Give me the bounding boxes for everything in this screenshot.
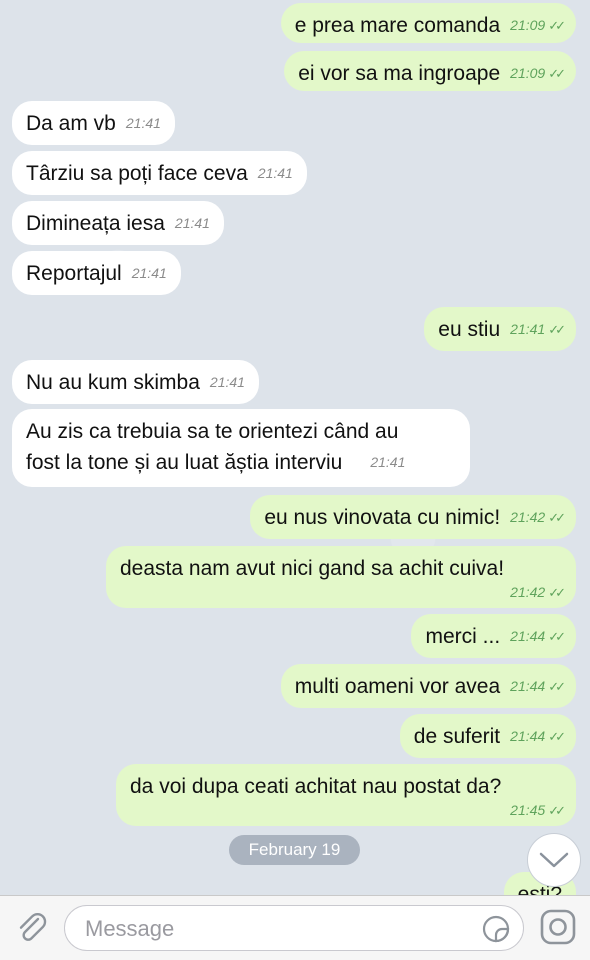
scroll-down-button[interactable] <box>527 833 581 887</box>
composer-bar <box>0 895 590 960</box>
message-text: ei vor sa ma ingroape <box>298 62 501 85</box>
read-checks-icon: ✓✓ <box>548 629 566 644</box>
read-checks-icon: ✓✓ <box>548 729 566 744</box>
date-separator: February 19 <box>229 835 360 865</box>
message-outgoing[interactable]: ei vor sa ma ingroape 21:09 ✓✓ <box>284 51 576 91</box>
message-text: da voi dupa ceati achitat nau postat da? <box>130 775 502 798</box>
message-text: eu nus vinovata cu nimic! <box>264 506 501 529</box>
message-incoming[interactable]: Au zis ca trebuia sa te orientezi când a… <box>12 409 470 487</box>
message-time: 21:41 <box>174 215 210 231</box>
message-outgoing[interactable]: eu stiu 21:41 ✓✓ <box>424 307 576 351</box>
message-time: 21:42 <box>510 584 546 600</box>
message-input-container[interactable] <box>64 905 524 951</box>
message-text: multi oameni vor avea <box>294 675 501 698</box>
message-text: Târziu sa poți face ceva <box>26 162 248 185</box>
chat-area[interactable]: e prea mare comanda 21:09 ✓✓ ei vor sa ma … <box>0 0 590 895</box>
message-outgoing[interactable]: multi oameni vor avea 21:44 ✓✓ <box>280 664 576 708</box>
message-outgoing[interactable]: e prea mare comanda 21:09 ✓✓ <box>280 3 576 43</box>
message-time: 21:09 <box>510 17 546 33</box>
message-incoming[interactable]: Dimineața iesa 21:41 <box>12 201 224 245</box>
message-text: Reportajul <box>26 262 122 285</box>
message-time: 21:45 <box>510 802 546 818</box>
message-text: Au zis ca trebuia sa te orientezi când a… <box>26 420 399 443</box>
read-checks-icon: ✓✓ <box>548 18 566 33</box>
message-time: 21:44 <box>510 628 546 644</box>
message-incoming[interactable]: Da am vb 21:41 <box>12 101 175 145</box>
message-text: merci ... <box>425 625 501 648</box>
message-time: 21:41 <box>510 321 546 337</box>
read-checks-icon: ✓✓ <box>548 66 566 81</box>
message-input[interactable] <box>83 914 467 944</box>
message-time: 21:41 <box>209 374 245 390</box>
message-text-line2: fost la tone și au luat ăștia interviu <box>26 451 343 474</box>
camera-icon[interactable] <box>539 908 577 946</box>
message-text: de suferit <box>413 725 501 748</box>
message-time: 21:41 <box>370 454 406 470</box>
message-text: Da am vb <box>26 112 116 135</box>
message-text: eu stiu <box>438 318 501 341</box>
message-incoming[interactable]: Târziu sa poți face ceva 21:41 <box>12 151 307 195</box>
message-text: e prea mare comanda <box>294 14 501 37</box>
message-incoming[interactable]: Reportajul 21:41 <box>12 251 181 295</box>
message-time: 21:41 <box>125 115 161 131</box>
chevron-down-icon <box>539 852 569 868</box>
message-time: 21:41 <box>257 165 293 181</box>
paperclip-icon[interactable] <box>14 910 50 946</box>
read-checks-icon: ✓✓ <box>548 510 566 525</box>
message-time: 21:42 <box>510 509 546 525</box>
message-text: deasta nam avut nici gand sa achit cuiva… <box>120 557 505 580</box>
message-outgoing[interactable]: da voi dupa ceati achitat nau postat da?… <box>116 764 576 826</box>
message-time: 21:09 <box>510 65 546 81</box>
message-text: Nu au kum skimba <box>26 371 200 394</box>
message-outgoing[interactable]: deasta nam avut nici gand sa achit cuiva… <box>106 546 576 608</box>
message-outgoing[interactable]: merci ... 21:44 ✓✓ <box>411 614 576 658</box>
message-incoming[interactable]: Nu au kum skimba 21:41 <box>12 360 259 404</box>
read-checks-icon: ✓✓ <box>548 679 566 694</box>
message-outgoing[interactable]: eu nus vinovata cu nimic! 21:42 ✓✓ <box>250 495 576 539</box>
message-outgoing[interactable]: de suferit 21:44 ✓✓ <box>399 714 576 758</box>
message-time: 21:44 <box>510 728 546 744</box>
read-checks-icon: ✓✓ <box>548 322 566 337</box>
message-time: 21:41 <box>131 265 167 281</box>
message-text: Dimineața iesa <box>26 212 165 235</box>
message-time: 21:44 <box>510 678 546 694</box>
read-checks-icon: ✓✓ <box>548 585 566 600</box>
sticker-icon[interactable] <box>481 914 511 944</box>
read-checks-icon: ✓✓ <box>548 803 566 818</box>
